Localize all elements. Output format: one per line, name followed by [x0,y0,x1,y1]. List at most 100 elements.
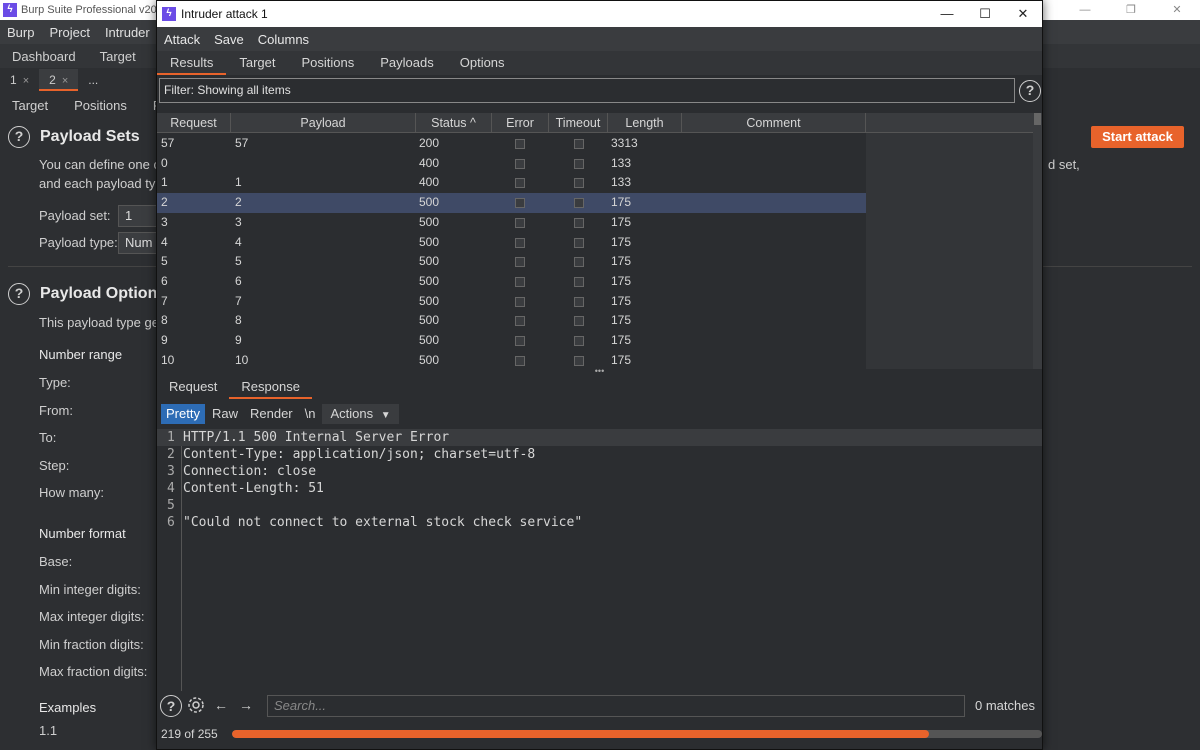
code-line: 1 HTTP/1.1 500 Internal Server Error [157,429,1042,446]
payload-set-select[interactable]: 1 [118,205,158,227]
payload-type-select[interactable]: Num [118,232,158,254]
error-checkbox [515,217,525,228]
close-tab-icon[interactable]: × [62,75,68,87]
menu-project[interactable]: Project [42,25,97,40]
menu-attack[interactable]: Attack [157,32,207,47]
menu-columns[interactable]: Columns [251,32,316,47]
arrow-right-icon[interactable]: → [235,695,257,717]
timeout-checkbox [574,178,584,189]
column-comment[interactable]: Comment [682,113,866,133]
table-row[interactable]: 0 400 133 [157,154,866,174]
line-number: 2 [167,447,175,462]
payload-type-label: Payload type: [39,235,118,250]
line-number: 3 [167,464,175,479]
range-how-many-label: How many: [39,485,105,500]
timeout-checkbox [574,139,584,149]
range-type-label: Type: [39,375,71,390]
column-request[interactable]: Request [157,113,231,133]
newline-toggle-button[interactable]: \n [300,404,321,424]
help-icon[interactable]: ? [1019,80,1041,102]
maximize-icon[interactable]: ☐ [966,1,1004,27]
tab-dashboard[interactable]: Dashboard [0,49,88,64]
request-response-tabs: Request Response [157,375,1042,399]
cell-length: 175 [611,273,632,288]
start-attack-button[interactable]: Start attack [1091,126,1184,148]
inner-tab-positions[interactable]: Positions [62,98,141,113]
column-length[interactable]: Length [608,113,682,133]
tab-target[interactable]: Target [88,49,148,64]
table-row[interactable]: 1 1 400 133 [157,173,866,193]
scrollbar-thumb[interactable] [1034,113,1041,125]
minimize-icon[interactable]: — [928,1,966,27]
restore-icon[interactable]: ❐ [1108,0,1154,20]
cell-payload: 6 [235,273,242,288]
format-max-frac-label: Max fraction digits: [39,664,148,679]
help-icon[interactable]: ? [8,126,30,148]
example-value: 1.1 [39,723,58,738]
tab-options[interactable]: Options [447,51,518,75]
timeout-checkbox [574,257,584,268]
results-scrollbar[interactable] [1033,113,1042,369]
table-row[interactable]: 5 5 500 175 [157,252,866,272]
menu-save[interactable]: Save [207,32,251,47]
attack-tab-label: 1 [10,73,17,87]
table-row[interactable]: 2 2 500 175 [157,193,866,213]
pretty-button[interactable]: Pretty [161,404,205,424]
table-row[interactable]: 10 10 500 175 [157,351,866,369]
attack-tab-2[interactable]: 2 × [39,69,79,91]
cell-status: 500 [419,313,440,328]
tab-positions[interactable]: Positions [289,51,368,75]
filter-bar[interactable]: Filter: Showing all items [159,78,1015,103]
cell-length: 175 [611,293,632,308]
column-timeout[interactable]: Timeout [549,113,608,133]
table-row[interactable]: 6 6 500 175 [157,272,866,292]
search-input[interactable]: Search... [267,695,965,717]
cell-status: 400 [419,155,440,170]
column-error[interactable]: Error [492,113,549,133]
tab-request[interactable]: Request [157,375,229,399]
help-icon[interactable]: ? [160,695,182,717]
actions-dropdown[interactable]: Actions ▼ [322,404,399,424]
table-row[interactable]: 4 4 500 175 [157,233,866,253]
help-icon[interactable]: ? [8,283,30,305]
match-count: 0 matches [975,698,1035,713]
render-button[interactable]: Render [245,404,298,424]
minimize-icon[interactable]: — [1062,0,1108,20]
cell-payload: 10 [235,352,249,367]
search-bar: ? ← → Search... 0 matches [157,693,1042,719]
menu-burp[interactable]: Burp [0,25,42,40]
menu-intruder[interactable]: Intruder [98,25,158,40]
table-row[interactable]: 7 7 500 175 [157,292,866,312]
attack-tab-1[interactable]: 1 × [0,69,39,91]
inner-tab-target[interactable]: Target [0,98,62,113]
arrow-left-icon[interactable]: ← [210,695,232,717]
table-row[interactable]: 9 9 500 175 [157,331,866,351]
table-row[interactable]: 3 3 500 175 [157,213,866,233]
intruder-attack-window: ϟ Intruder attack 1 — ☐ ✕ Attack Save Co… [156,0,1043,750]
table-row[interactable]: 57 57 200 3313 [157,134,866,154]
close-icon[interactable]: ✕ [1004,1,1042,27]
results-table-header: Request Payload Status ^ Error Timeout L… [157,113,1033,133]
new-tab-button[interactable]: ... [78,69,108,91]
cell-status: 500 [419,254,440,269]
timeout-checkbox [574,158,584,169]
tab-payloads[interactable]: Payloads [367,51,446,75]
tab-response[interactable]: Response [229,375,312,399]
payload-options-desc: This payload type ge [39,315,159,330]
table-row[interactable]: 8 8 500 175 [157,311,866,331]
gear-icon[interactable] [185,695,207,717]
chevron-down-icon: ▼ [380,410,391,421]
tab-target[interactable]: Target [226,51,288,75]
cell-request: 6 [161,273,168,288]
column-status[interactable]: Status ^ [416,113,492,133]
code-text: Content-Type: application/json; charset=… [183,447,536,462]
tab-results[interactable]: Results [157,51,227,75]
close-icon[interactable]: ✕ [1154,0,1200,20]
payload-options-header: ? Payload Options [8,283,166,305]
format-base-label: Base: [39,554,73,569]
column-payload[interactable]: Payload [231,113,416,133]
cell-request: 7 [161,293,168,308]
raw-button[interactable]: Raw [207,404,243,424]
response-editor[interactable]: 1 HTTP/1.1 500 Internal Server Error 2 Cont… [157,429,1042,691]
close-tab-icon[interactable]: × [23,75,29,87]
